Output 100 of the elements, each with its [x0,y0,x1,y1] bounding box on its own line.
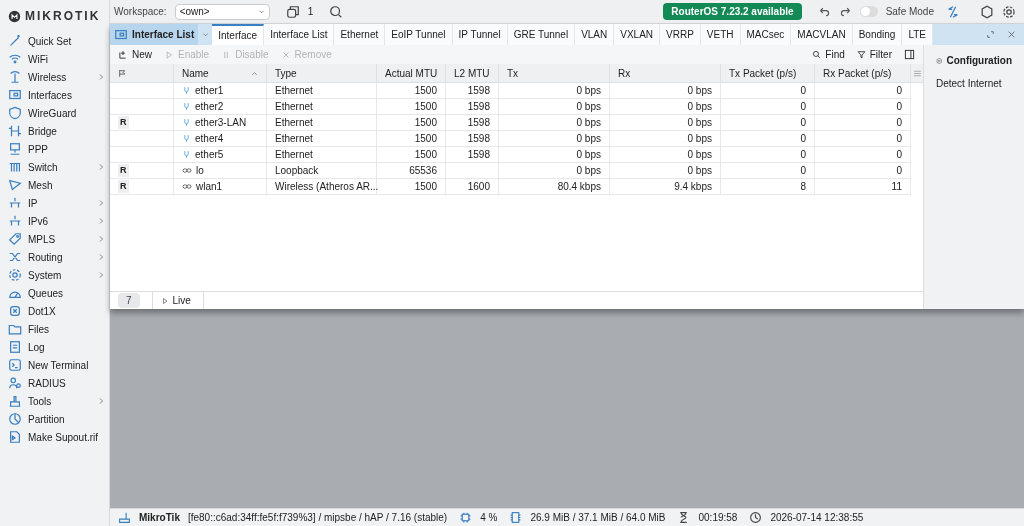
panel-link[interactable]: Detect Internet [936,76,1012,91]
sidebar-item[interactable]: New Terminal [0,356,109,374]
sidebar-item[interactable]: MPLS [0,230,109,248]
column-header[interactable]: L2 MTU [446,64,499,82]
table-cell-text: 0 [800,164,806,178]
sidebar-item[interactable]: PPP [0,140,109,158]
tab[interactable]: Interface List [264,24,335,45]
table-cell-text: 1500 [414,116,437,130]
tab[interactable]: LTE [902,24,933,45]
tab[interactable]: MACsec [740,24,792,45]
table-cell-text: 0 bps [576,164,601,178]
sidebar-item[interactable]: Dot1X [0,302,109,320]
column-header[interactable]: Rx [610,64,721,82]
sidebar-item[interactable]: IP [0,194,109,212]
find-button[interactable]: Find [812,47,845,62]
tab[interactable]: VETH [700,24,741,45]
sidebar-item[interactable]: Routing [0,248,109,266]
table-cell-text: 0 [896,100,902,114]
table-cell-text: 0 [800,84,806,98]
hexagon-icon [980,4,994,19]
network-icon [8,196,22,210]
sidebar-item[interactable]: System [0,266,109,284]
table-cell-text: 0 [896,84,902,98]
workspace-dropdown[interactable]: <own> [174,3,270,20]
update-button[interactable]: RouterOS 7.23.2 available [663,3,802,20]
table-row[interactable]: R lo Loopback 65536 0 bps 0 bps 0 0 [110,163,911,179]
table-row[interactable]: R wlan1 Wireless (Atheros AR... 1500 1600 80.4 kbps 9.4 kbps 8 11 [110,179,911,195]
table-row[interactable]: R ether3-LAN Ethernet 1500 1598 0 bps 0 bps 0 0 [110,115,911,131]
table-cell-text: Ethernet [275,132,313,146]
column-header[interactable]: Tx [499,64,610,82]
table-row[interactable]: ether4 Ethernet 1500 1598 0 bps 0 bps 0 0 [110,131,911,147]
tab[interactable]: IP Tunnel [452,24,508,45]
column-header[interactable]: Tx Packet (p/s) [721,64,815,82]
sidebar-item[interactable]: Bridge [0,122,109,140]
sidebar-item[interactable]: RADIUS [0,374,109,392]
play-icon [160,296,169,305]
identity-text: MikroTik [139,511,180,525]
sidebar-item[interactable]: Make Supout.rif [0,428,109,446]
sidebar-item[interactable]: Queues [0,284,109,302]
caret-icon [201,31,209,38]
table-cell-text: 1500 [414,84,437,98]
sidebar-item[interactable]: Switch [0,158,109,176]
table-cell-text: 0 [896,132,902,146]
tab[interactable]: MACVLAN [791,24,853,45]
table-cell-text: 1500 [414,132,437,146]
table-cell-text: 0 bps [576,100,601,114]
table-cell-text: 0 [800,116,806,130]
table-cell-text: 0 bps [687,164,712,178]
table-cell-text: wlan1 [196,180,223,194]
table-cell-text: Wireless (Atheros AR... [275,180,379,194]
sidebar-item[interactable]: Mesh [0,176,109,194]
sidebar-item[interactable]: Files [0,320,109,338]
tab[interactable]: VRRP [660,24,701,45]
window-title: Interface List [110,24,199,45]
table-row[interactable]: ether5 Ethernet 1500 1598 0 bps 0 bps 0 0 [110,147,911,163]
table-row[interactable]: ether2 Ethernet 1500 1598 0 bps 0 bps 0 0 [110,99,911,115]
column-header[interactable]: Actual MTU [377,64,446,82]
tab[interactable]: Ethernet [334,24,386,45]
sidebar-item[interactable]: WiFi [0,50,109,68]
table-cell-text: Loopback [275,164,319,178]
tab[interactable]: Bonding [852,24,903,45]
sidebar-item[interactable]: Interfaces [0,86,109,104]
table-cell-text: Ethernet [275,116,313,130]
panel-icon [904,49,915,60]
table-cell-text: 0 [896,164,902,178]
window-count: 1 [307,5,314,19]
table-cell-text: Ethernet [275,148,313,162]
close-icon [280,49,291,60]
table-row[interactable]: ether1 Ethernet 1500 1598 0 bps 0 bps 0 0 [110,83,911,99]
table-cell-text: 1598 [467,132,490,146]
tab[interactable]: EoIP Tunnel [385,24,453,45]
filter-button[interactable]: Filter [856,47,892,62]
tab[interactable]: VXLAN [614,24,661,45]
sidebar-item[interactable]: Quick Set [0,32,109,50]
sidebar-item[interactable]: Wireless [0,68,109,86]
live-button[interactable]: Live [151,292,204,309]
sidebar-item[interactable]: Tools [0,392,109,410]
sidebar-item[interactable]: Log [0,338,109,356]
column-header[interactable]: Type [267,64,377,82]
memory-usage: 26.9 MiB / 37.1 MiB / 64.0 MiB [530,511,666,525]
table-cell-text: 80.4 kbps [557,180,601,194]
tag-icon [8,232,22,246]
table-cell-text: 1598 [467,148,490,162]
windows-icon [285,4,300,19]
filter-icon [856,50,866,59]
flag-badge: R [118,163,129,178]
safe-mode-toggle[interactable] [859,6,878,17]
sidebar-item[interactable]: Partition [0,410,109,428]
row-count: 7 [118,293,140,308]
column-header[interactable]: Rx Packet (p/s) [815,64,911,82]
sidebar-item[interactable]: IPv6 [0,212,109,230]
tab[interactable]: Interface [212,24,265,45]
column-header[interactable]: Name [174,64,267,82]
tab[interactable]: VLAN [575,24,615,45]
toolbar-button[interactable]: New [118,47,152,62]
sidebar-item[interactable]: WireGuard [0,104,109,122]
table-cell-text: ether3-LAN [195,116,247,130]
uptime: 00:19:58 [698,511,738,525]
tab[interactable]: GRE Tunnel [507,24,576,45]
table-cell-text: 0 bps [687,148,712,162]
